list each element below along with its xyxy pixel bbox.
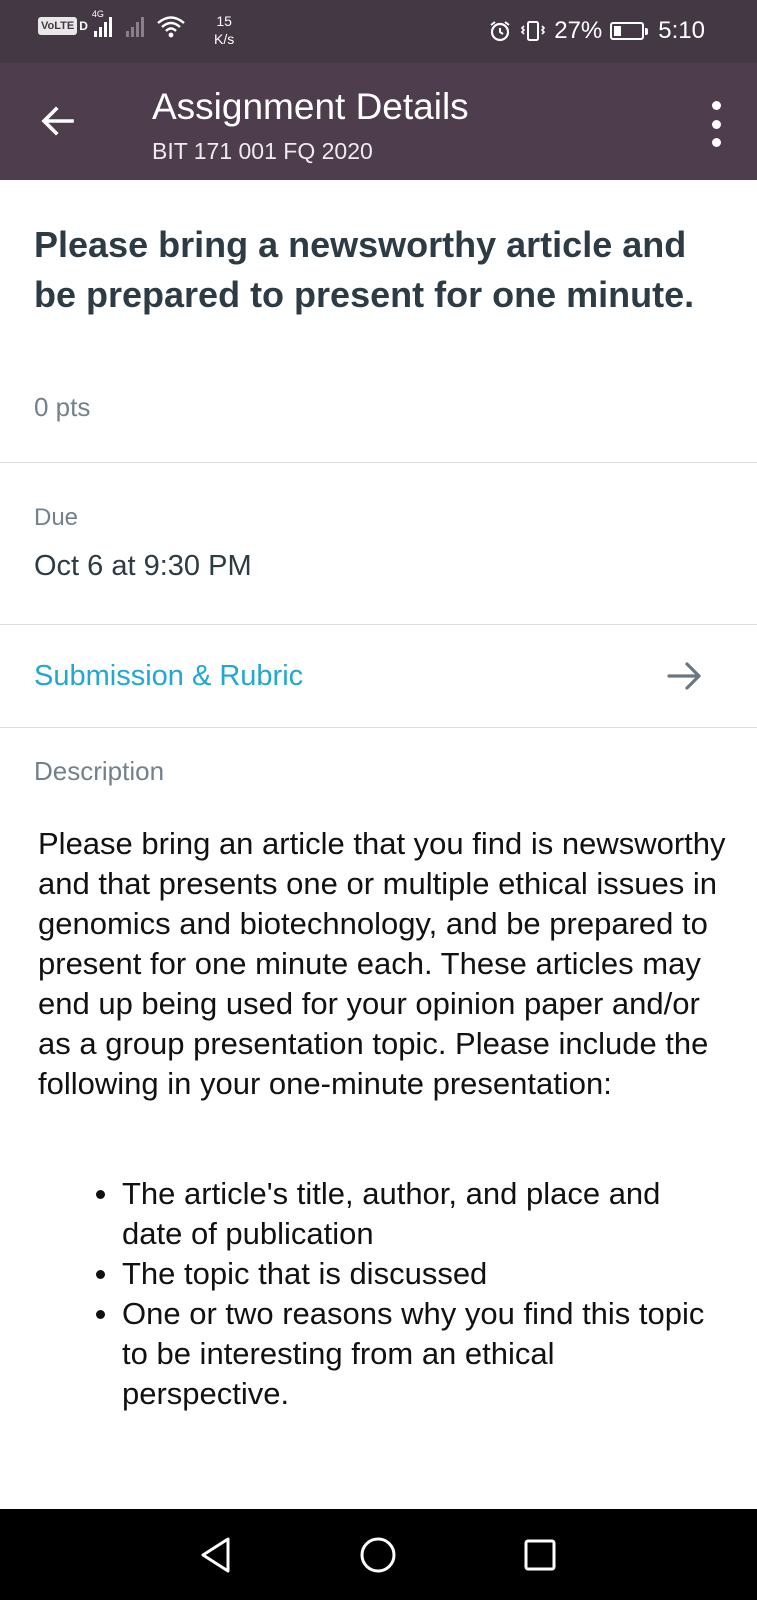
- description-body: Please bring an article that you find is…: [38, 826, 726, 1101]
- nav-back-button[interactable]: [192, 1531, 240, 1579]
- vibrate-icon: [521, 21, 546, 41]
- battery-percent: 27%: [554, 17, 603, 44]
- net-speed-unit: K/s: [214, 31, 235, 47]
- wifi-icon: [157, 16, 185, 38]
- list-item: The article's title, author, and place a…: [84, 1174, 724, 1254]
- course-subtitle: BIT 171 001 FQ 2020: [152, 138, 373, 164]
- battery-icon: [610, 22, 649, 40]
- submission-rubric-link[interactable]: Submission & Rubric: [34, 660, 303, 693]
- status-bar: VoLTE D 4G 15 K/s 27% 5:10: [0, 0, 757, 63]
- signal-icon: 4G: [92, 9, 112, 37]
- nav-recents-button[interactable]: [516, 1531, 564, 1579]
- volte-badge: VoLTE: [38, 17, 78, 35]
- assignment-header: Please bring a newsworthy article and be…: [0, 180, 757, 463]
- arrow-forward-icon: [667, 662, 701, 690]
- arrow-back-icon: [41, 106, 74, 136]
- assignment-title: Please bring a newsworthy article and be…: [34, 224, 695, 315]
- list-item: The topic that is discussed: [84, 1254, 724, 1294]
- due-section: Due Oct 6 at 9:30 PM: [0, 464, 757, 625]
- assignment-points: 0 pts: [34, 392, 91, 422]
- status-left: VoLTE D 4G: [38, 9, 186, 38]
- more-vert-icon: [711, 101, 721, 110]
- circle-home-icon: [360, 1537, 396, 1573]
- due-date: Oct 6 at 9:30 PM: [34, 550, 252, 582]
- clock: 5:10: [658, 17, 705, 44]
- triangle-back-icon: [201, 1537, 230, 1573]
- due-label: Due: [34, 504, 79, 531]
- back-button[interactable]: [36, 99, 80, 143]
- more-options-button[interactable]: [701, 101, 731, 147]
- alarm-icon: [490, 21, 510, 42]
- submission-rubric-row[interactable]: Submission & Rubric: [0, 626, 757, 728]
- description-label: Description: [34, 756, 165, 786]
- network-speed: 15 K/s: [214, 12, 234, 48]
- page-title: Assignment Details: [152, 86, 469, 127]
- system-nav-bar: [0, 1509, 757, 1600]
- square-recents-icon: [524, 1539, 556, 1571]
- list-item: One or two reasons why you find this top…: [84, 1294, 724, 1414]
- signal-secondary-icon: [125, 15, 144, 37]
- description-list: The article's title, author, and place a…: [84, 1174, 724, 1414]
- net-speed-value: 15: [216, 13, 232, 29]
- network-type: 4G: [91, 9, 104, 19]
- app-bar: Assignment Details BIT 171 001 FQ 2020: [0, 63, 757, 180]
- status-right: 27% 5:10: [488, 17, 705, 45]
- data-indicator: D: [79, 19, 88, 33]
- nav-home-button[interactable]: [354, 1531, 402, 1579]
